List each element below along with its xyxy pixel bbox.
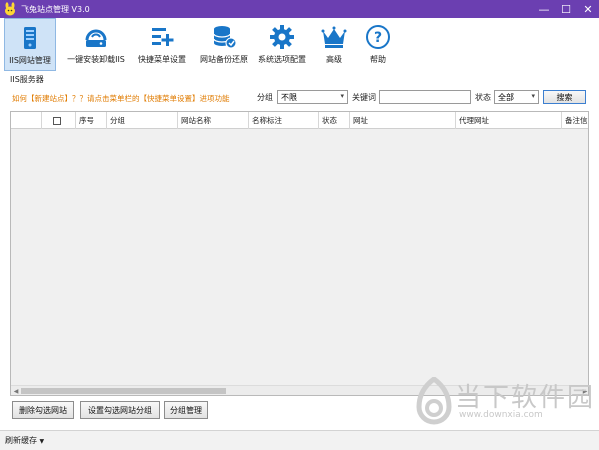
header-remarks[interactable]: 备注信息 [562,112,588,129]
tool-label: 一键安装卸载IIS [67,55,125,64]
menu-plus-icon [152,28,174,46]
header-group[interactable]: 分组 [107,112,178,129]
tool-label: 帮助 [370,55,386,64]
group-filter-label: 分组 [257,92,273,102]
svg-text:?: ? [374,30,382,46]
gear-icon [270,25,294,49]
help-icon: ? [366,25,390,49]
window-title: 飞兔站点管理 V3.0 [21,4,90,14]
tool-label: IIS网站管理 [9,56,51,65]
header-site-name[interactable]: 网站名称 [178,112,249,129]
site-table[interactable]: 序号 分组 网站名称 名称标注 状态 网址 代理网址 备注信息 ◀ ▶ [10,111,589,396]
table-header: 序号 分组 网站名称 名称标注 状态 网址 代理网址 备注信息 [11,112,588,129]
search-button[interactable]: 搜索 [543,90,586,104]
database-icon [213,26,237,49]
header-name-note[interactable]: 名称标注 [249,112,319,129]
section-label: IIS服务器 [10,75,44,84]
header-status[interactable]: 状态 [319,112,350,129]
refresh-cache-button[interactable]: 刷新缓存 ▼ [5,435,44,446]
status-filter-label: 状态 [475,92,491,102]
select-all-checkbox[interactable] [53,116,61,125]
status-filter-select[interactable]: 全部 ▾ [494,90,539,104]
title-bar: 飞兔站点管理 V3.0 — ☐ ✕ [0,0,599,18]
main-toolbar: IIS网站管理 一键安装卸载IIS 快捷菜单设置 网站备份还原 系统选项配置 高… [0,18,599,71]
hint-text: 如何【新建站点】？？请点击菜单栏的【快捷菜单设置】进项功能 [12,94,230,103]
keyword-input[interactable] [379,90,471,104]
tool-system-options[interactable]: 系统选项配置 [254,18,310,71]
set-group-button[interactable]: 设置勾选网站分组 [80,401,160,419]
chevron-down-icon: ▾ [531,92,535,100]
group-manage-button[interactable]: 分组管理 [164,401,208,419]
watermark: 当下软件园 www.downxia.com [415,377,593,432]
delete-checked-button[interactable]: 删除勾选网站 [12,401,74,419]
tool-label: 网站备份还原 [200,55,248,64]
scrollbar-thumb[interactable] [21,388,226,394]
watermark-logo-icon [416,377,452,425]
app-logo-icon [5,2,15,16]
status-bar: 刷新缓存 ▼ [0,430,599,450]
header-index[interactable]: 序号 [76,112,107,129]
scroll-left-icon[interactable]: ◀ [11,386,21,395]
keyword-label: 关键词 [352,92,376,102]
server-icon [24,27,36,49]
tool-backup-restore[interactable]: 网站备份还原 [196,18,252,71]
header-blank [11,112,42,129]
header-checkbox-cell [42,112,76,129]
chevron-down-icon: ▾ [340,92,344,100]
tool-shortcut-menu[interactable]: 快捷菜单设置 [134,18,190,71]
group-filter-value: 不限 [281,92,297,102]
tool-label: 快捷菜单设置 [138,55,186,64]
group-filter-select[interactable]: 不限 ▾ [277,90,348,104]
status-filter-value: 全部 [498,92,514,102]
header-url[interactable]: 网址 [350,112,456,129]
minimize-button[interactable]: — [533,0,555,18]
tool-advanced[interactable]: 高级 [316,18,352,71]
dropdown-arrow-icon: ▼ [39,438,45,445]
disk-icon [85,29,107,47]
refresh-cache-label: 刷新缓存 [5,436,37,445]
tool-install-iis[interactable]: 一键安装卸载IIS [60,18,132,71]
tool-label: 系统选项配置 [258,55,306,64]
watermark-text: 当下软件园 [455,383,596,413]
tool-help[interactable]: ? 帮助 [360,18,396,71]
tool-iis-site-manage[interactable]: IIS网站管理 [4,18,56,71]
crown-icon [321,26,347,48]
header-proxy-url[interactable]: 代理网址 [456,112,562,129]
maximize-button[interactable]: ☐ [555,0,577,18]
tool-label: 高级 [326,55,342,64]
watermark-url: www.downxia.com [459,410,543,420]
close-button[interactable]: ✕ [577,0,599,18]
